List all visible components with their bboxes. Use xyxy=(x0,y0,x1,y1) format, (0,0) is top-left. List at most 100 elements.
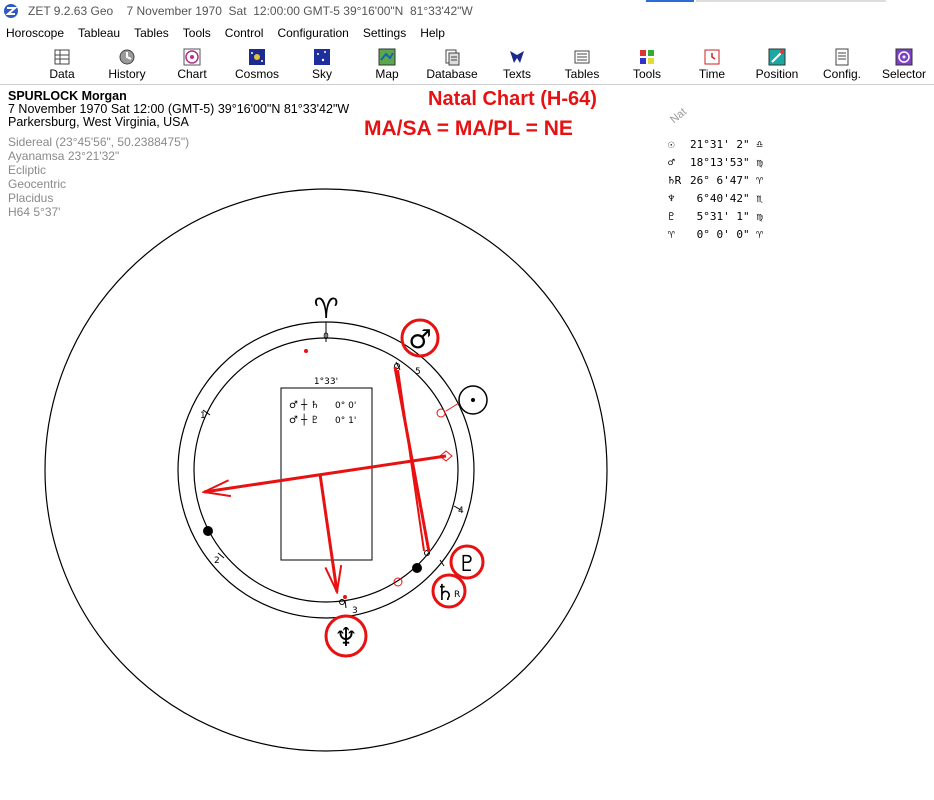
mars-pluto-axis xyxy=(393,366,431,553)
pluto-ring-marker xyxy=(424,550,430,556)
toolbar-chart-button[interactable]: Chart xyxy=(162,46,222,84)
saturn-highlight xyxy=(431,573,467,609)
toolbar-database-label: Database xyxy=(426,67,478,81)
legend-row-sun: ☉ 21°31' 2" ♎ xyxy=(668,138,763,151)
pluto-icon: ♇ xyxy=(668,210,675,223)
toolbar-tools-button[interactable]: Tools xyxy=(617,46,677,84)
toolbar-map-label: Map xyxy=(375,67,399,81)
annotation-title: Natal Chart (H-64) xyxy=(428,88,597,110)
setting-house-system: Placidus xyxy=(8,191,54,205)
pluto-icon: ♇ xyxy=(457,552,477,577)
menu-tables[interactable]: Tables xyxy=(127,24,176,42)
house-label-1: 1 xyxy=(200,411,206,421)
menu-control[interactable]: Control xyxy=(218,24,271,42)
toolbar: Data History Chart Cosmos Sky Map Databa… xyxy=(0,44,934,85)
legend-row-saturn: ♄R 26° 6'47" ♈ xyxy=(668,174,763,187)
menu-help[interactable]: Help xyxy=(413,24,452,42)
saturn-retrograde-label: R xyxy=(454,590,460,600)
toolbar-time-button[interactable]: Time xyxy=(682,46,742,84)
setting-ayanamsa: Ayanamsa 23°21'32" xyxy=(8,149,120,163)
toolbar-data-label: Data xyxy=(49,67,75,81)
sun-connector xyxy=(445,402,460,412)
title-bar: ZET 9.2.63 Geo 7 November 1970 Sat 12:00… xyxy=(0,0,934,22)
legend-header: Nat xyxy=(668,105,689,127)
menu-horoscope[interactable]: Horoscope xyxy=(0,24,71,42)
neptune-icon: ♆ xyxy=(334,623,357,653)
toolbar-texts-button[interactable]: Texts xyxy=(487,46,547,84)
house-label-2: 2 xyxy=(214,556,220,566)
toolbar-sky-button[interactable]: Sky xyxy=(292,46,352,84)
menu-bar: Horoscope Tableau Tables Tools Control C… xyxy=(0,24,452,42)
window-tab-strip-inactive xyxy=(696,0,886,2)
legend-neptune-position: 6°40'42" xyxy=(690,192,750,205)
data-icon xyxy=(54,49,70,65)
toolbar-tables-button[interactable]: Tables xyxy=(552,46,612,84)
setting-harmonic: H64 5°37' xyxy=(8,205,61,219)
aries-point-icon: ♈ xyxy=(668,228,675,241)
chart-icon xyxy=(183,48,201,66)
red-small-circle xyxy=(393,577,403,587)
virgo-icon: ♍ xyxy=(756,210,763,223)
menu-tools[interactable]: Tools xyxy=(176,24,218,42)
setting-center: Geocentric xyxy=(8,177,67,191)
sun-marker-circle xyxy=(458,385,488,415)
saturn-retrograde-icon: ♄R xyxy=(668,174,682,187)
sun-icon: ☉ xyxy=(668,138,675,151)
mars-ring-marker xyxy=(394,363,400,369)
zodiac-ring-inner xyxy=(193,337,459,603)
mars-saturn-axis xyxy=(397,369,425,552)
zodiac-ring-outer xyxy=(177,321,475,619)
aries-icon: ♈ xyxy=(756,228,763,241)
aspect-box xyxy=(280,387,373,561)
black-dot-right xyxy=(412,563,422,573)
person-place: Parkersburg, West Virginia, USA xyxy=(8,115,189,129)
database-icon xyxy=(445,49,460,66)
aries-icon: ♈ xyxy=(756,174,763,187)
libra-icon: ♎ xyxy=(756,138,763,151)
red-marker-dot xyxy=(304,349,308,353)
toolbar-position-button[interactable]: Position xyxy=(747,46,807,84)
neptune-icon: ♆ xyxy=(668,192,675,205)
toolbar-sky-label: Sky xyxy=(311,67,332,81)
toolbar-config-label: Config. xyxy=(822,67,862,81)
legend-row-mars: ♂ 18°13'53" ♍ xyxy=(668,156,763,169)
toolbar-cosmos-button[interactable]: Cosmos xyxy=(227,46,287,84)
mars-highlight xyxy=(400,318,440,358)
legend-sun-position: 21°31' 2" xyxy=(690,138,750,151)
selector-icon xyxy=(895,48,913,66)
menu-tableau[interactable]: Tableau xyxy=(71,24,127,42)
zet-app-icon xyxy=(4,4,18,18)
toolbar-history-button[interactable]: History xyxy=(97,46,157,84)
toolbar-tables-label: Tables xyxy=(564,67,600,81)
texts-icon xyxy=(510,51,524,63)
config-icon xyxy=(835,48,849,66)
saturn-icon: ♄ xyxy=(435,581,455,606)
map-icon xyxy=(378,48,396,66)
toolbar-texts-label: Texts xyxy=(502,67,531,81)
neptune-highlight xyxy=(324,614,368,658)
tools-icon xyxy=(640,50,654,64)
legend-mars-position: 18°13'53" xyxy=(690,156,750,169)
house-label-4: 4 xyxy=(458,506,464,516)
menu-configuration[interactable]: Configuration xyxy=(270,24,355,42)
house-label-3: 3 xyxy=(352,606,358,616)
menu-settings[interactable]: Settings xyxy=(356,24,413,42)
toolbar-map-button[interactable]: Map xyxy=(357,46,417,84)
aspect-row-mars-pluto: ♂ ┼ ♇ xyxy=(289,413,319,426)
toolbar-selector-button[interactable]: Selector xyxy=(874,46,934,84)
toolbar-selector-label: Selector xyxy=(881,67,927,81)
scorpio-icon: ♏ xyxy=(756,192,763,205)
toolbar-database-button[interactable]: Database xyxy=(422,46,482,84)
setting-coordinates: Ecliptic xyxy=(8,163,47,177)
toolbar-data-button[interactable]: Data xyxy=(32,46,92,84)
outer-ring xyxy=(44,188,608,752)
toolbar-config-button[interactable]: Config. xyxy=(812,46,872,84)
history-icon xyxy=(119,49,135,65)
house-label-0: 0 xyxy=(323,332,329,342)
legend-row-aries-point: ♈ 0° 0' 0" ♈ xyxy=(668,228,763,241)
window-title: ZET 9.2.63 Geo 7 November 1970 Sat 12:00… xyxy=(28,4,473,18)
red-marker-dot xyxy=(343,595,347,599)
mars-icon: ♂ xyxy=(408,325,431,355)
ring-ticks xyxy=(202,361,462,609)
legend-saturn-position: 26° 6'47" xyxy=(690,174,750,187)
